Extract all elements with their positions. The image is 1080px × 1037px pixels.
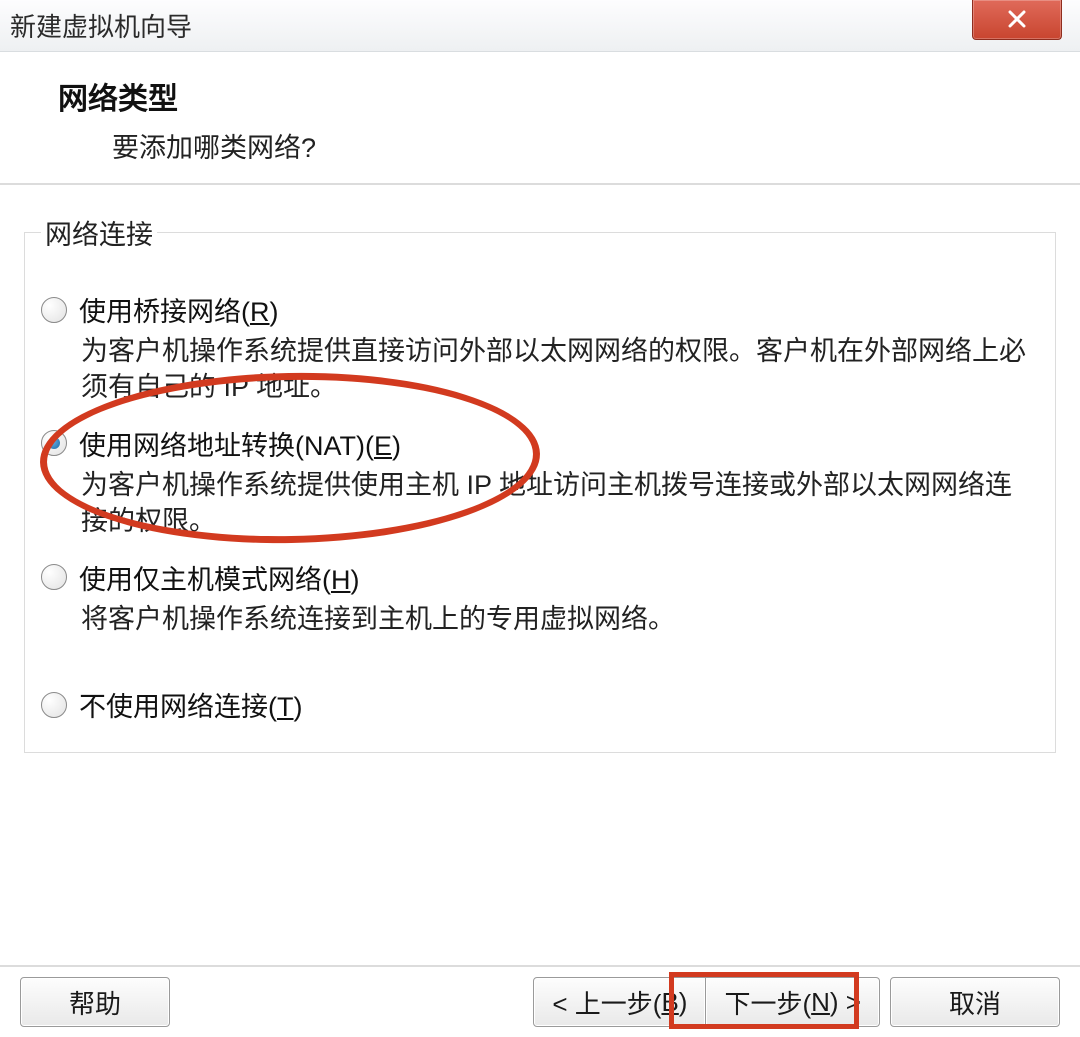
title-bar: 新建虚拟机向导	[0, 0, 1080, 52]
option-bridged-desc: 为客户机操作系统提供直接访问外部以太网网络的权限。客户机在外部网络上必须有自己的…	[81, 333, 1039, 406]
nav-button-group: < 上一步(B) 下一步(N) >	[533, 977, 880, 1027]
radio-bridged[interactable]	[41, 297, 67, 323]
group-legend: 网络连接	[41, 213, 157, 252]
page-title: 网络类型	[58, 74, 1050, 118]
close-icon	[1005, 7, 1029, 31]
radio-none[interactable]	[41, 692, 67, 718]
page-subtitle: 要添加哪类网络?	[58, 126, 1050, 165]
network-connection-group: 网络连接 使用桥接网络(R) 为客户机操作系统提供直接访问外部以太网网络的权限。…	[24, 213, 1056, 753]
back-button[interactable]: < 上一步(B)	[533, 977, 706, 1027]
option-hostonly-label: 使用仅主机模式网络(H)	[79, 558, 360, 597]
footer-bar: 帮助 < 上一步(B) 下一步(N) > 取消	[0, 965, 1080, 1037]
radio-hostonly[interactable]	[41, 564, 67, 590]
option-bridged-label: 使用桥接网络(R)	[79, 290, 279, 329]
option-none-label: 不使用网络连接(T)	[79, 685, 303, 724]
next-button[interactable]: 下一步(N) >	[706, 977, 880, 1027]
option-none[interactable]: 不使用网络连接(T)	[41, 685, 1039, 724]
radio-nat[interactable]	[41, 430, 67, 456]
option-nat-label: 使用网络地址转换(NAT)(E)	[79, 424, 401, 463]
window-title: 新建虚拟机向导	[10, 7, 192, 44]
content-area: 网络连接 使用桥接网络(R) 为客户机操作系统提供直接访问外部以太网网络的权限。…	[0, 213, 1080, 753]
help-button[interactable]: 帮助	[20, 977, 170, 1027]
option-nat[interactable]: 使用网络地址转换(NAT)(E) 为客户机操作系统提供使用主机 IP 地址访问主…	[41, 424, 1039, 540]
option-nat-desc: 为客户机操作系统提供使用主机 IP 地址访问主机拨号连接或外部以太网网络连接的权…	[81, 467, 1039, 540]
close-button[interactable]	[972, 0, 1062, 40]
wizard-header: 网络类型 要添加哪类网络?	[0, 52, 1080, 185]
option-hostonly[interactable]: 使用仅主机模式网络(H) 将客户机操作系统连接到主机上的专用虚拟网络。	[41, 558, 1039, 637]
cancel-button[interactable]: 取消	[890, 977, 1060, 1027]
option-bridged[interactable]: 使用桥接网络(R) 为客户机操作系统提供直接访问外部以太网网络的权限。客户机在外…	[41, 290, 1039, 406]
option-hostonly-desc: 将客户机操作系统连接到主机上的专用虚拟网络。	[81, 601, 1039, 637]
